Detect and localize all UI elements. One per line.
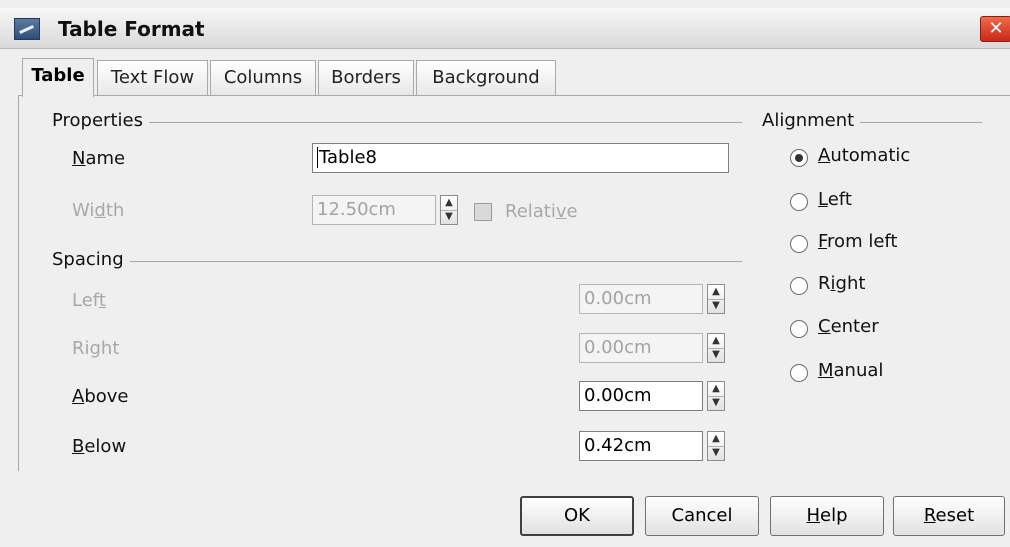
relative-checkbox[interactable] (474, 203, 492, 221)
spacing-right-label: Right (72, 338, 120, 359)
width-spinner[interactable]: ▲ ▼ (440, 195, 458, 225)
tab-text-flow[interactable]: Text Flow (97, 60, 208, 95)
tab-table[interactable]: Table (22, 58, 94, 97)
name-input-value: Table8 (319, 147, 377, 168)
help-button[interactable]: Help (770, 496, 884, 536)
text-cursor (317, 147, 318, 168)
spacing-above-label: Above (72, 386, 129, 407)
radio-center-label: Center (818, 316, 879, 337)
radio-manual[interactable] (790, 364, 808, 382)
spin-down-icon[interactable]: ▼ (708, 446, 724, 460)
spacing-group-label: Spacing (52, 249, 130, 270)
spin-down-icon[interactable]: ▼ (708, 348, 724, 362)
spacing-above-input[interactable]: 0.00cm (579, 381, 703, 411)
radio-automatic-label: Automatic (818, 145, 911, 166)
spacing-below-input[interactable]: 0.42cm (579, 431, 703, 461)
ok-button[interactable]: OK (520, 496, 634, 536)
name-label: Name (72, 148, 126, 169)
spin-up-icon[interactable]: ▲ (708, 334, 724, 349)
spin-down-icon[interactable]: ▼ (441, 210, 457, 224)
properties-group-label: Properties (52, 110, 149, 131)
dialog-title: Table Format (58, 17, 205, 41)
radio-automatic[interactable] (790, 149, 808, 167)
radio-center[interactable] (790, 320, 808, 338)
app-icon (14, 18, 40, 40)
radio-manual-label: Manual (818, 360, 884, 381)
spacing-left-label: Left (72, 290, 106, 311)
spin-up-icon[interactable]: ▲ (708, 432, 724, 447)
spacing-right-input[interactable]: 0.00cm (579, 333, 703, 363)
close-icon: ✕ (988, 18, 1004, 39)
radio-left[interactable] (790, 193, 808, 211)
spacing-right-spinner[interactable]: ▲ ▼ (707, 333, 725, 363)
properties-separator (52, 122, 742, 123)
radio-right[interactable] (790, 277, 808, 295)
spacing-above-spinner[interactable]: ▲ ▼ (707, 381, 725, 411)
relative-label: Relative (505, 201, 578, 222)
spin-up-icon[interactable]: ▲ (708, 285, 724, 300)
spacing-left-input[interactable]: 0.00cm (579, 284, 703, 314)
spacing-separator (52, 261, 742, 262)
table-format-dialog: Table Format ✕ Table Text Flow Columns B… (0, 0, 1010, 547)
radio-left-label: Left (818, 189, 852, 210)
spin-up-icon[interactable]: ▲ (708, 382, 724, 397)
spacing-left-spinner[interactable]: ▲ ▼ (707, 284, 725, 314)
spacing-below-spinner[interactable]: ▲ ▼ (707, 431, 725, 461)
width-input[interactable]: 12.50cm (312, 195, 436, 225)
spin-down-icon[interactable]: ▼ (708, 299, 724, 313)
radio-from-left[interactable] (790, 235, 808, 253)
radio-from-left-label: From left (818, 231, 898, 252)
tab-borders[interactable]: Borders (318, 60, 414, 95)
spin-up-icon[interactable]: ▲ (441, 196, 457, 211)
reset-button[interactable]: Reset (893, 496, 1005, 536)
title-bar[interactable]: Table Format ✕ (0, 8, 1010, 49)
tab-columns[interactable]: Columns (210, 60, 316, 95)
width-label: Width (72, 200, 125, 221)
cancel-button[interactable]: Cancel (645, 496, 759, 536)
spin-down-icon[interactable]: ▼ (708, 396, 724, 410)
tab-background[interactable]: Background (416, 60, 556, 95)
spacing-below-label: Below (72, 436, 127, 457)
alignment-group-label: Alignment (762, 110, 861, 131)
close-button[interactable]: ✕ (980, 16, 1010, 42)
radio-right-label: Right (818, 273, 866, 294)
name-input[interactable]: Table8 (312, 143, 729, 173)
